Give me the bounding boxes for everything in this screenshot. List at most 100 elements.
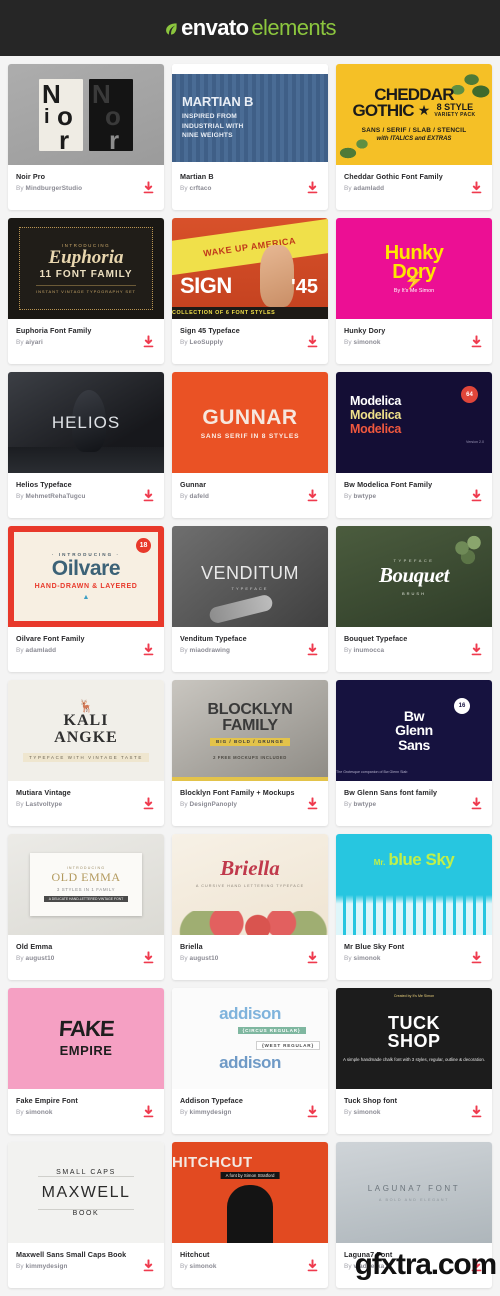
- blocklyn-line2: FAMILY: [222, 716, 278, 734]
- item-thumbnail[interactable]: Created by It's Me Simon TUCK SHOP A sim…: [336, 988, 492, 1089]
- item-card[interactable]: FAKE EMPIRE Fake Empire Font By simonok: [8, 988, 164, 1134]
- download-icon[interactable]: [470, 334, 483, 348]
- item-title: Blocklyn Font Family + Mockups: [180, 788, 295, 797]
- item-thumbnail[interactable]: Hunky Dory By It's Me Simon ⚡: [336, 218, 492, 319]
- item-author: By vladderka: [344, 1263, 484, 1270]
- item-card[interactable]: INTRODUCING OLD EMMA 3 STYLES IN 1 FAMIL…: [8, 834, 164, 980]
- item-thumbnail[interactable]: FAKE EMPIRE: [8, 988, 164, 1089]
- item-card[interactable]: BLOCKLYN FAMILY BIG / BOLD / GRUNGE 2 FR…: [172, 680, 328, 826]
- item-thumbnail[interactable]: N i o r N o r: [8, 64, 164, 165]
- item-thumbnail[interactable]: LAGUNA7 FONT A BOLD AND ELEGANT: [336, 1142, 492, 1243]
- item-thumbnail[interactable]: WAKE UP AMERICA SIGN '45 COLLECTION OF 6…: [172, 218, 328, 319]
- item-card[interactable]: 🦌 KALI ANGKE TYPEFACE WITH VINTAGE TASTE…: [8, 680, 164, 826]
- by-prefix: By: [344, 647, 354, 654]
- item-card[interactable]: N i o r N o r Noir Pro By MindburgerStud…: [8, 64, 164, 210]
- addison-bottom-half: addison {WEST REGULAR}: [172, 1041, 328, 1085]
- item-thumbnail[interactable]: VENDITUM TYPEFACE: [172, 526, 328, 627]
- download-icon[interactable]: [142, 180, 155, 194]
- item-thumbnail[interactable]: addison {CIRCUS REGULAR} addison {WEST R…: [172, 988, 328, 1089]
- item-thumbnail[interactable]: Mr. blue Sky: [336, 834, 492, 935]
- item-author: By august10: [16, 955, 156, 962]
- by-prefix: By: [16, 955, 26, 962]
- martian-line3: INDUSTRIAL WITH: [182, 122, 244, 130]
- download-icon[interactable]: [470, 796, 483, 810]
- item-thumbnail[interactable]: 18 · INTRODUCING · Oilvare HAND-DRAWN & …: [8, 526, 164, 627]
- item-thumbnail[interactable]: MARTIAN B INSPIRED FROM INDUSTRIAL WITH …: [172, 64, 328, 165]
- item-thumbnail[interactable]: INTRODUCING Euphoria 11 FONT FAMILY INST…: [8, 218, 164, 319]
- martian-line4: NINE WEIGHTS: [182, 132, 233, 140]
- venditum-art: VENDITUM TYPEFACE: [172, 526, 328, 627]
- item-thumbnail[interactable]: CHEDDAR GOTHIC ★ 8 STYLE VARIETY PACK SA…: [336, 64, 492, 165]
- item-thumbnail[interactable]: HITCHCUT A font by Simon Stratford: [172, 1142, 328, 1243]
- item-title: Fake Empire Font: [16, 1096, 78, 1105]
- item-author: By MehmetRehaTugcu: [16, 493, 156, 500]
- item-card[interactable]: TYPEFACE Bouquet BRUSH Bouquet Typeface …: [336, 526, 492, 672]
- author-name: Lastvoltype: [25, 801, 63, 808]
- item-card[interactable]: Briella A CURSIVE HAND LETTERING TYPEFAC…: [172, 834, 328, 980]
- item-thumbnail[interactable]: HELIOS: [8, 372, 164, 473]
- download-icon[interactable]: [306, 1104, 319, 1118]
- download-icon[interactable]: [470, 642, 483, 656]
- download-icon[interactable]: [142, 950, 155, 964]
- item-card[interactable]: INTRODUCING Euphoria 11 FONT FAMILY INST…: [8, 218, 164, 364]
- sign45-title: SIGN: [180, 273, 232, 298]
- item-card[interactable]: HITCHCUT A font by Simon Stratford Hitch…: [172, 1142, 328, 1288]
- item-meta: Helios Typeface By MehmetRehaTugcu: [8, 473, 164, 518]
- download-icon[interactable]: [142, 334, 155, 348]
- euphoria-art: INTRODUCING Euphoria 11 FONT FAMILY INST…: [18, 227, 154, 310]
- divider: [37, 1175, 135, 1177]
- item-thumbnail[interactable]: Briella A CURSIVE HAND LETTERING TYPEFAC…: [172, 834, 328, 935]
- download-icon[interactable]: [306, 488, 319, 502]
- item-thumbnail[interactable]: SMALL CAPS MAXWELL BOOK: [8, 1142, 164, 1243]
- item-meta: Cheddar Gothic Font Family By adamladd: [336, 165, 492, 210]
- item-card[interactable]: Mr. blue Sky Mr Blue Sky Font By simonok: [336, 834, 492, 980]
- item-thumbnail[interactable]: TYPEFACE Bouquet BRUSH: [336, 526, 492, 627]
- item-thumbnail[interactable]: INTRODUCING OLD EMMA 3 STYLES IN 1 FAMIL…: [8, 834, 164, 935]
- download-icon[interactable]: [142, 1258, 155, 1272]
- item-card[interactable]: 16 Bw Glenn Sans The Grotesque companion…: [336, 680, 492, 826]
- item-card[interactable]: addison {CIRCUS REGULAR} addison {WEST R…: [172, 988, 328, 1134]
- item-thumbnail[interactable]: 🦌 KALI ANGKE TYPEFACE WITH VINTAGE TASTE: [8, 680, 164, 781]
- download-icon[interactable]: [306, 1258, 319, 1272]
- download-icon[interactable]: [470, 950, 483, 964]
- item-card[interactable]: 18 · INTRODUCING · Oilvare HAND-DRAWN & …: [8, 526, 164, 672]
- item-title: Martian B: [180, 172, 214, 181]
- envato-elements-logo[interactable]: envato elements: [164, 15, 336, 41]
- addison-pill-bottom: {WEST REGULAR}: [255, 1041, 320, 1050]
- item-thumbnail[interactable]: Modelica Modelica Modelica 64 Version 2.…: [336, 372, 492, 473]
- download-icon[interactable]: [470, 1104, 483, 1118]
- download-icon[interactable]: [142, 642, 155, 656]
- download-icon[interactable]: [306, 334, 319, 348]
- item-author: By miaodrawing: [180, 647, 320, 654]
- by-prefix: By: [344, 1109, 354, 1116]
- item-card[interactable]: VENDITUM TYPEFACE Venditum Typeface By m…: [172, 526, 328, 672]
- item-thumbnail[interactable]: 16 Bw Glenn Sans The Grotesque companion…: [336, 680, 492, 781]
- download-icon[interactable]: [142, 488, 155, 502]
- download-icon[interactable]: [470, 488, 483, 502]
- item-thumbnail[interactable]: GUNNAR SANS SERIF IN 8 STYLES: [172, 372, 328, 473]
- item-card[interactable]: MARTIAN B INSPIRED FROM INDUSTRIAL WITH …: [172, 64, 328, 210]
- by-prefix: By: [16, 1263, 26, 1270]
- item-card[interactable]: CHEDDAR GOTHIC ★ 8 STYLE VARIETY PACK SA…: [336, 64, 492, 210]
- item-thumbnail[interactable]: BLOCKLYN FAMILY BIG / BOLD / GRUNGE 2 FR…: [172, 680, 328, 781]
- item-card[interactable]: Modelica Modelica Modelica 64 Version 2.…: [336, 372, 492, 518]
- euphoria-family: 11 FONT FAMILY: [39, 269, 133, 280]
- item-title: Bw Modelica Font Family: [344, 480, 433, 489]
- item-card[interactable]: LAGUNA7 FONT A BOLD AND ELEGANT Laguna7 …: [336, 1142, 492, 1288]
- download-icon[interactable]: [306, 796, 319, 810]
- download-icon[interactable]: [306, 950, 319, 964]
- tuck-line2: SHOP: [387, 1030, 441, 1051]
- download-icon[interactable]: [142, 796, 155, 810]
- item-card[interactable]: HELIOS Helios Typeface By MehmetRehaTugc…: [8, 372, 164, 518]
- download-icon[interactable]: [470, 180, 483, 194]
- item-card[interactable]: Hunky Dory By It's Me Simon ⚡ Hunky Dory…: [336, 218, 492, 364]
- item-card[interactable]: SMALL CAPS MAXWELL BOOK Maxwell Sans Sma…: [8, 1142, 164, 1288]
- download-icon[interactable]: [470, 1258, 483, 1272]
- item-meta: Sign 45 Typeface By LeoSupply: [172, 319, 328, 364]
- download-icon[interactable]: [306, 180, 319, 194]
- item-card[interactable]: Created by It's Me Simon TUCK SHOP A sim…: [336, 988, 492, 1134]
- item-card[interactable]: GUNNAR SANS SERIF IN 8 STYLES Gunnar By …: [172, 372, 328, 518]
- download-icon[interactable]: [306, 642, 319, 656]
- download-icon[interactable]: [142, 1104, 155, 1118]
- item-card[interactable]: WAKE UP AMERICA SIGN '45 COLLECTION OF 6…: [172, 218, 328, 364]
